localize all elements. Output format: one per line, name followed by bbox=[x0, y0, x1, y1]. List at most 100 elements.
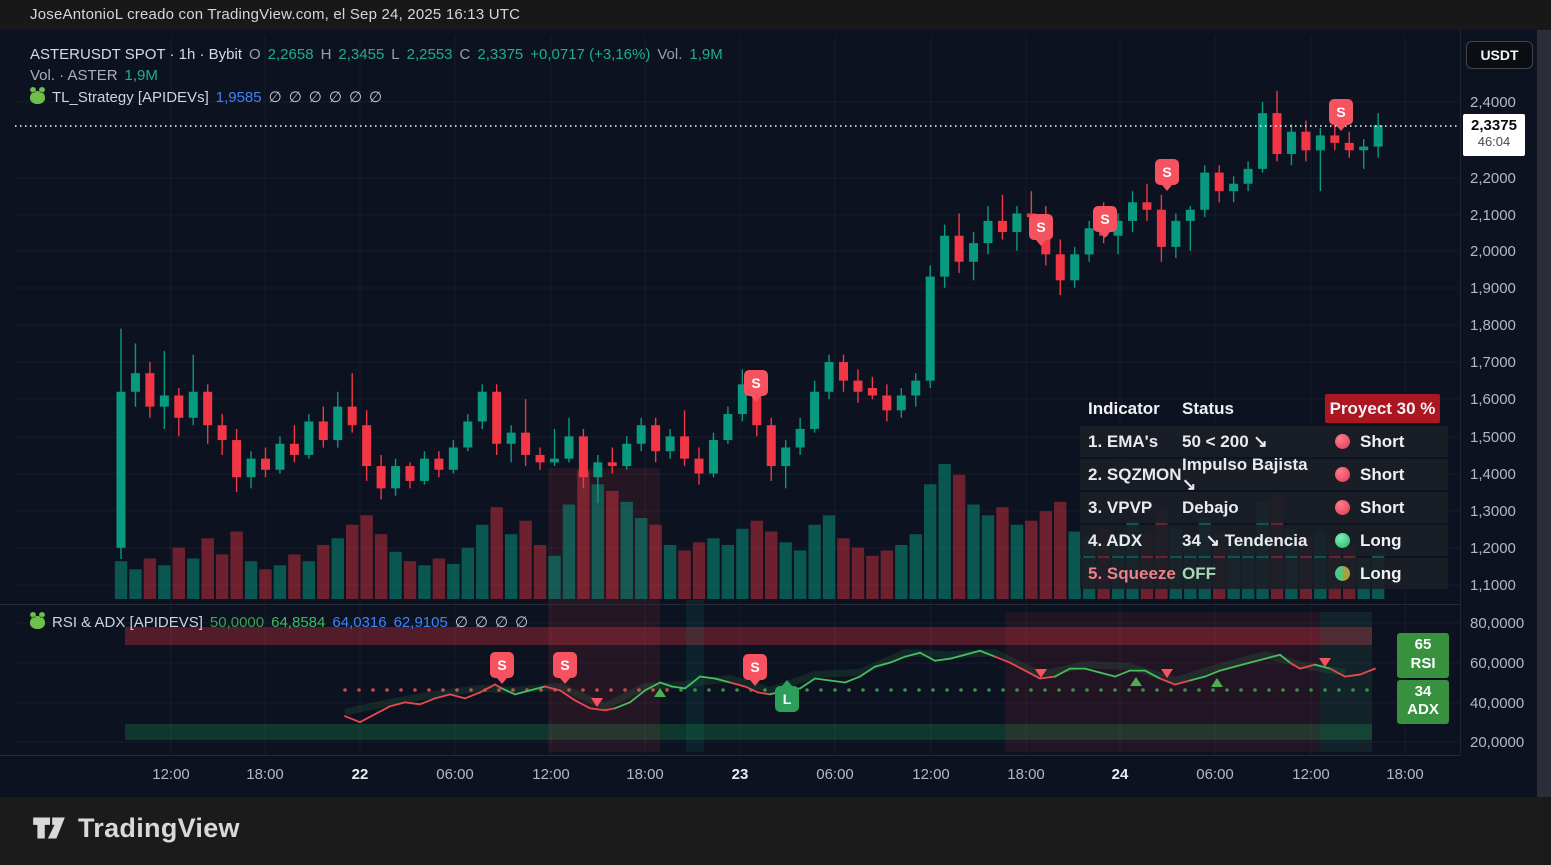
tradingview-brand-name: TradingView bbox=[78, 813, 240, 844]
rsi-line-segment bbox=[935, 659, 950, 661]
current-price-label: 2,3375 46:04 bbox=[1463, 114, 1525, 156]
candle-body bbox=[1374, 125, 1383, 146]
volume-bar bbox=[332, 538, 344, 599]
short-signal-marker[interactable]: S bbox=[1093, 206, 1117, 232]
legend-segment: 2,2658 bbox=[268, 46, 314, 63]
header-indicator: Indicator bbox=[1080, 399, 1182, 419]
symbol-legend[interactable]: ASTERUSDT SPOT · 1h · BybitO2,2658H2,345… bbox=[30, 46, 730, 63]
tradingview-app: JoseAntonioL creado con TradingView.com,… bbox=[0, 0, 1551, 865]
volume-bar bbox=[765, 532, 777, 600]
signal-cell: Long bbox=[1325, 531, 1440, 551]
tradingview-brand[interactable]: TradingView bbox=[30, 809, 240, 847]
short-signal-marker[interactable]: S bbox=[490, 652, 514, 678]
pane-separator-rsi-time[interactable] bbox=[0, 755, 1460, 756]
legend-segment: C bbox=[460, 46, 471, 63]
volume-bar bbox=[317, 545, 329, 599]
time-axis-label: 24 bbox=[1112, 766, 1129, 783]
candle-body bbox=[998, 221, 1007, 232]
short-signal-marker[interactable]: S bbox=[1029, 214, 1053, 240]
volume-bar bbox=[563, 505, 575, 600]
rsi-midline-dot bbox=[917, 688, 921, 692]
time-axis-label: 12:00 bbox=[912, 766, 950, 783]
time-axis-label: 18:00 bbox=[626, 766, 664, 783]
candle-body bbox=[680, 436, 689, 458]
candle-body bbox=[1056, 254, 1065, 280]
legend-segment: L bbox=[391, 46, 399, 63]
candle-body bbox=[796, 429, 805, 448]
candle-body bbox=[709, 440, 718, 473]
candle-body bbox=[174, 395, 183, 417]
chart-region[interactable]: ASTERUSDT SPOT · 1h · BybitO2,2658H2,345… bbox=[0, 30, 1551, 797]
volume-bar bbox=[996, 507, 1008, 599]
volume-bar bbox=[895, 545, 907, 599]
candle-body bbox=[232, 440, 241, 477]
candle-body bbox=[1142, 202, 1151, 209]
candle-body bbox=[868, 388, 877, 395]
legend-segment: 2,3455 bbox=[338, 46, 384, 63]
volume-bar bbox=[519, 521, 531, 599]
price-axis-label: 1,9000 bbox=[1470, 280, 1516, 297]
legend-segment: 64,0316 bbox=[332, 614, 386, 631]
indicator-signal-table: IndicatorStatusProyect 30 %1. EMA's50 < … bbox=[1080, 393, 1448, 591]
candle-body bbox=[536, 455, 545, 462]
volume-bar bbox=[606, 491, 618, 599]
volume-bar bbox=[938, 464, 950, 599]
time-axis-label: 18:00 bbox=[246, 766, 284, 783]
short-signal-marker[interactable]: S bbox=[744, 370, 768, 396]
candle-body bbox=[247, 459, 256, 478]
short-signal-marker[interactable]: S bbox=[553, 652, 577, 678]
price-axis-label: 2,4000 bbox=[1470, 94, 1516, 111]
candle-body bbox=[420, 459, 429, 481]
short-signal-marker[interactable]: S bbox=[743, 654, 767, 680]
candle-body bbox=[521, 433, 530, 455]
signal-cell: Short bbox=[1325, 465, 1440, 485]
long-signal-marker[interactable]: L bbox=[775, 686, 799, 712]
legend-segment: ∅ bbox=[455, 614, 468, 631]
time-axis-label: 06:00 bbox=[436, 766, 474, 783]
candle-body bbox=[1273, 113, 1282, 154]
indicator-status: 50 < 200 ↘ bbox=[1182, 432, 1325, 452]
pane-separator-main-rsi[interactable] bbox=[0, 604, 1460, 605]
rsi-midline-dot bbox=[1253, 688, 1257, 692]
candle-body bbox=[825, 362, 834, 392]
volume-bar bbox=[418, 565, 430, 599]
rsi-midline-dot bbox=[1309, 688, 1313, 692]
adx-value-badge: 34ADX bbox=[1397, 680, 1449, 725]
rsi-midline-dot bbox=[1029, 688, 1033, 692]
volume-bar bbox=[924, 484, 936, 599]
short-signal-marker[interactable]: S bbox=[1155, 159, 1179, 185]
short-signal-marker[interactable]: S bbox=[1329, 99, 1353, 125]
candle-body bbox=[1186, 210, 1195, 221]
candle-body bbox=[377, 466, 386, 488]
rsi-midline-dot bbox=[1295, 688, 1299, 692]
rsi-midline-dot bbox=[847, 688, 851, 692]
rsi-adx-legend[interactable]: RSI & ADX [APIDEVS]50,000064,858464,0316… bbox=[30, 613, 535, 631]
candle-body bbox=[1287, 132, 1296, 154]
rsi-midline-dot bbox=[1001, 688, 1005, 692]
strategy-legend[interactable]: TL_Strategy [APIDEVs]1,9585∅∅∅∅∅∅ bbox=[30, 88, 389, 106]
volume-legend[interactable]: Vol. · ASTER1,9M bbox=[30, 67, 165, 84]
candle-body bbox=[275, 444, 284, 470]
volume-bar bbox=[953, 475, 965, 599]
price-axis-label: 1,7000 bbox=[1470, 354, 1516, 371]
frog-emoji-icon bbox=[30, 91, 45, 104]
currency-usdt-button[interactable]: USDT bbox=[1466, 41, 1533, 69]
indicator-name: 3. VPVP bbox=[1080, 498, 1182, 518]
volume-bar bbox=[360, 515, 372, 599]
candle-body bbox=[449, 447, 458, 469]
legend-segment: ∅ bbox=[369, 89, 382, 106]
candle-body bbox=[579, 436, 588, 477]
volume-bar bbox=[693, 542, 705, 599]
strategy-zone-overlay bbox=[1320, 612, 1372, 752]
rsi-midline-dot bbox=[833, 688, 837, 692]
rsi-midline-dot bbox=[1057, 688, 1061, 692]
indicator-name: 4. ADX bbox=[1080, 531, 1182, 551]
time-axis-label: 06:00 bbox=[816, 766, 854, 783]
rsi-midline-dot bbox=[343, 688, 347, 692]
time-axis-label: 12:00 bbox=[532, 766, 570, 783]
legend-segment: TL_Strategy [APIDEVs] bbox=[52, 89, 209, 106]
price-axis-label: 2,0000 bbox=[1470, 243, 1516, 260]
candle-body bbox=[723, 414, 732, 440]
volume-bar bbox=[1011, 525, 1023, 599]
rsi-midline-dot bbox=[1225, 688, 1229, 692]
